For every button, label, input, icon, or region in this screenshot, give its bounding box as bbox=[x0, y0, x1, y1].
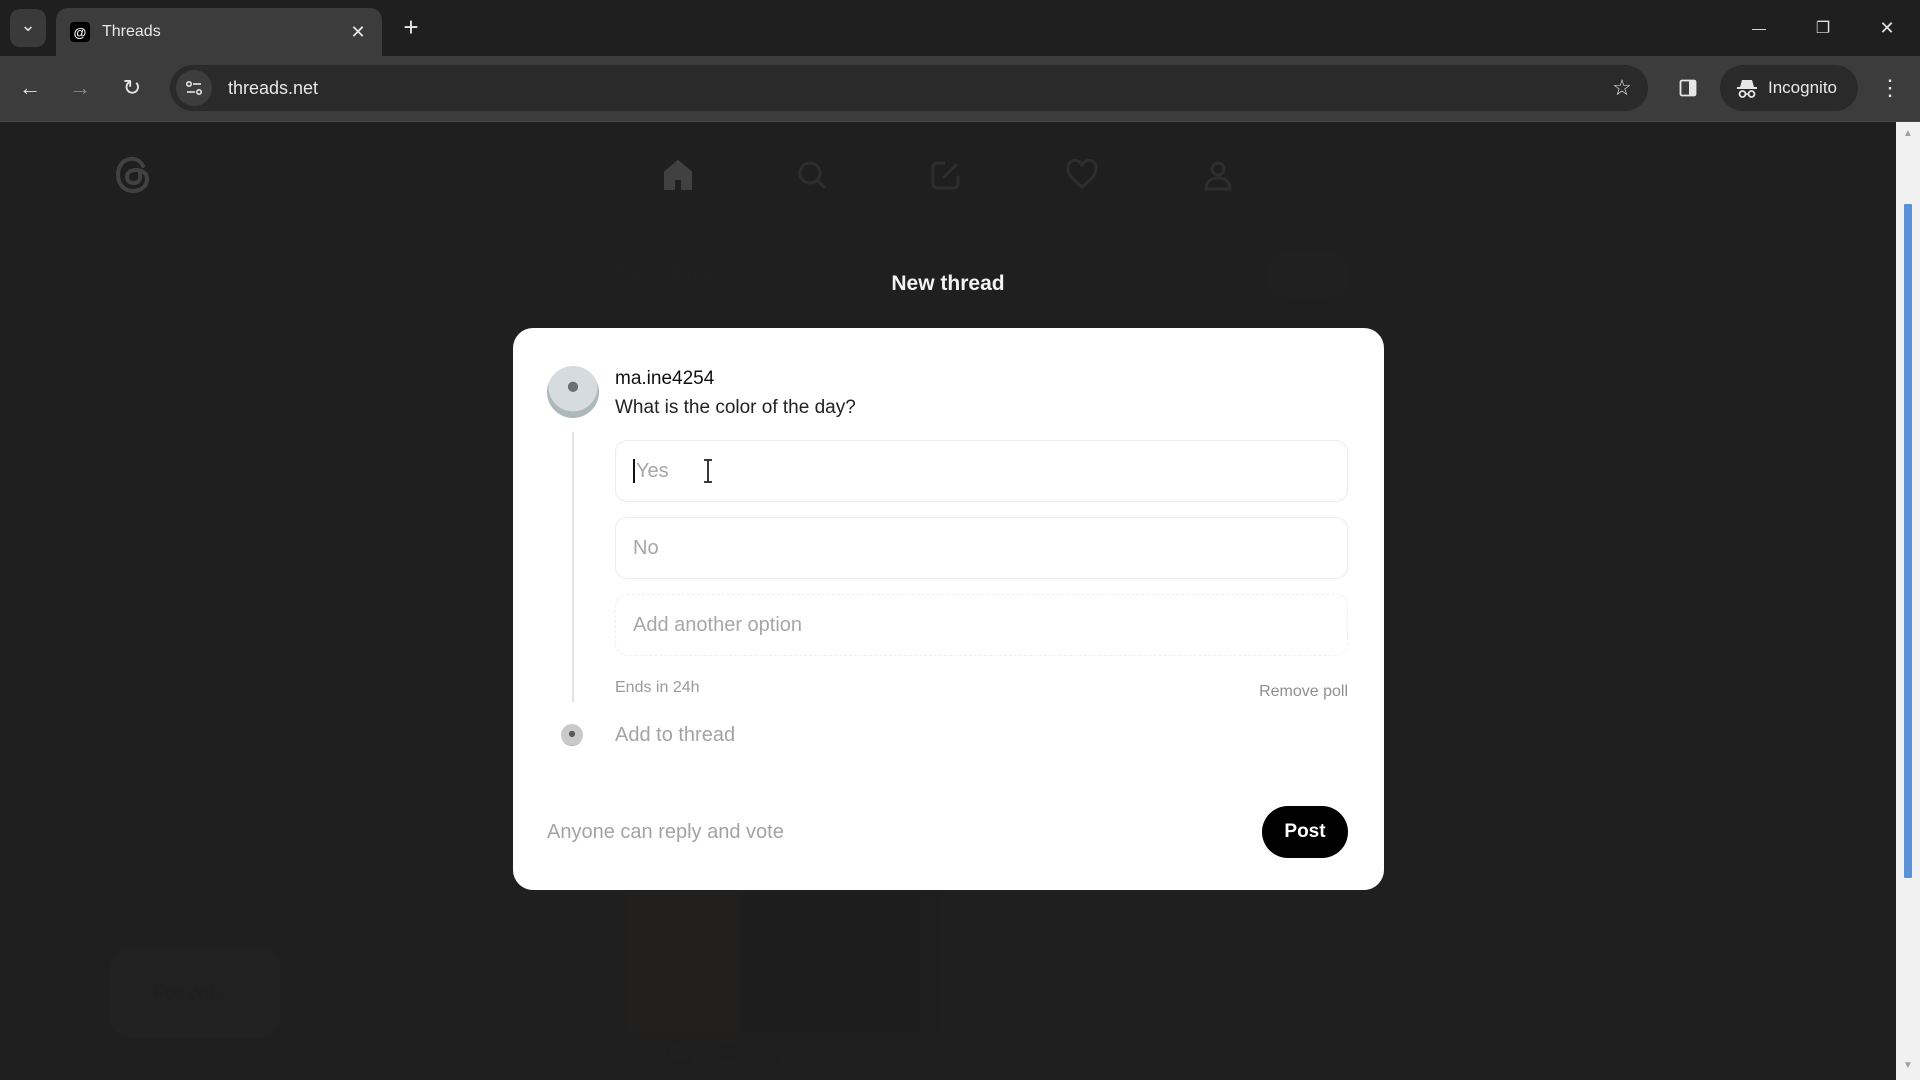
browser-menu-button[interactable]: ⋮ bbox=[1872, 70, 1908, 106]
forward-button[interactable]: → bbox=[62, 70, 98, 106]
side-panel-icon bbox=[1679, 79, 1697, 97]
back-button[interactable]: ← bbox=[12, 70, 48, 106]
poll-option-1-placeholder: Yes bbox=[636, 459, 669, 482]
post-button[interactable]: Post bbox=[1262, 806, 1348, 858]
poll-duration[interactable]: Ends in 24h bbox=[615, 679, 700, 697]
minimize-button[interactable]: — bbox=[1736, 10, 1782, 46]
browser-toolbar: ← → ↻ threads.net ☆ Incognito ⋮ bbox=[0, 56, 1920, 122]
close-icon: ✕ bbox=[1879, 17, 1895, 38]
minimize-icon: — bbox=[1752, 20, 1766, 36]
browser-tab-bar: ⌄ @ Threads ✕ + — ❐ ✕ bbox=[0, 0, 1920, 56]
reload-icon: ↻ bbox=[122, 75, 142, 100]
scroll-up-arrow-icon[interactable]: ▲ bbox=[1902, 128, 1914, 140]
chevron-down-icon: ⌄ bbox=[20, 15, 36, 35]
restore-icon: ❐ bbox=[1815, 20, 1831, 37]
poll-add-option-input[interactable]: Add another option bbox=[615, 594, 1348, 656]
site-info-button[interactable] bbox=[176, 70, 212, 106]
plus-icon: + bbox=[403, 12, 419, 42]
thread-connector-line bbox=[572, 432, 574, 702]
address-bar[interactable]: threads.net ☆ bbox=[170, 65, 1648, 111]
text-cursor-icon bbox=[704, 459, 712, 483]
add-to-thread-button[interactable]: Add to thread bbox=[615, 724, 735, 747]
incognito-icon bbox=[1737, 80, 1757, 98]
new-tab-button[interactable]: + bbox=[396, 12, 426, 42]
tab-search-button[interactable]: ⌄ bbox=[10, 9, 46, 47]
poll-option-2-placeholder: No bbox=[633, 536, 659, 559]
url-text[interactable]: threads.net bbox=[228, 78, 1604, 99]
poll-option-2-input[interactable]: No bbox=[615, 517, 1348, 579]
kebab-menu-icon: ⋮ bbox=[1879, 75, 1901, 100]
incognito-label: Incognito bbox=[1768, 78, 1837, 97]
browser-tab-threads[interactable]: @ Threads ✕ bbox=[56, 8, 382, 56]
remove-poll-button[interactable]: Remove poll bbox=[1259, 683, 1348, 701]
bookmark-button[interactable]: ☆ bbox=[1604, 70, 1640, 106]
user-avatar bbox=[547, 366, 599, 418]
text-caret bbox=[633, 459, 635, 483]
arrow-left-icon: ← bbox=[19, 75, 41, 100]
reload-button[interactable]: ↻ bbox=[114, 70, 150, 106]
username: ma.ine4254 bbox=[615, 368, 715, 389]
poll-option-3-placeholder: Add another option bbox=[633, 613, 803, 636]
reply-permission-selector[interactable]: Anyone can reply and vote bbox=[547, 821, 784, 844]
scrollbar-thumb[interactable] bbox=[1904, 204, 1912, 878]
poll-option-1-input[interactable]: Yes bbox=[615, 440, 1348, 502]
new-thread-modal: ma.ine4254 What is the color of the day?… bbox=[513, 328, 1384, 890]
arrow-right-icon: → bbox=[69, 75, 91, 100]
threads-favicon-icon: @ bbox=[70, 22, 90, 42]
close-icon[interactable]: ✕ bbox=[344, 22, 372, 43]
restore-button[interactable]: ❐ bbox=[1800, 10, 1846, 46]
small-avatar bbox=[561, 724, 583, 746]
star-icon: ☆ bbox=[1612, 75, 1632, 100]
side-panel-button[interactable] bbox=[1670, 70, 1706, 106]
tune-icon bbox=[185, 80, 203, 96]
page-scrollbar[interactable]: ▲ ▼ bbox=[1896, 122, 1920, 1080]
scroll-down-arrow-icon[interactable]: ▼ bbox=[1902, 1060, 1914, 1072]
incognito-indicator[interactable]: Incognito bbox=[1720, 65, 1858, 111]
tab-title: Threads bbox=[102, 23, 161, 40]
thread-text-input[interactable]: What is the color of the day? bbox=[615, 397, 856, 419]
modal-title: New thread bbox=[891, 272, 1005, 295]
close-window-button[interactable]: ✕ bbox=[1864, 10, 1910, 46]
